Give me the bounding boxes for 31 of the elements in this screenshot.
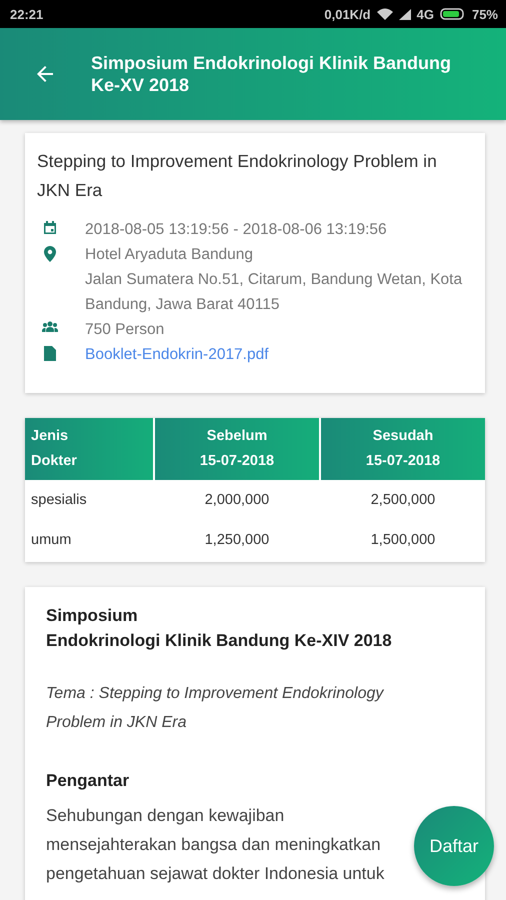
theme-text: Tema : Stepping to Improvement Endokrinology Problem in JKN Era: [46, 684, 385, 733]
signal-icon: [398, 8, 411, 20]
calendar-icon: [42, 221, 58, 235]
event-detail: 750 Person: [85, 320, 164, 340]
event-title: Stepping to Improvement Endokrinology Problem in JKN Era: [37, 150, 438, 202]
document-icon: [42, 346, 58, 361]
column-header: Sebelum 15-07-2018: [155, 418, 319, 480]
battery-icon: [440, 8, 466, 20]
network-speed: 0,01K/d: [324, 6, 371, 22]
network-type: 4G: [416, 6, 434, 22]
table-cell-text: 2,500,000: [370, 492, 436, 508]
column-header: Jenis Dokter: [25, 418, 153, 480]
app-bar-title: Simposium Endokrinologi Klinik Bandung Ke-XV 2018: [91, 52, 452, 96]
booklet-link[interactable]: Booklet-Endokrin-2017.pdf: [85, 342, 269, 367]
table-cell-text: 1,500,000: [370, 532, 436, 548]
section-heading: Pengantar: [46, 771, 130, 791]
event-detail: Hotel Aryaduta Bandung: [85, 245, 254, 265]
column-header: Sesudah 15-07-2018: [321, 418, 485, 480]
table-cell-text: 1,250,000: [204, 532, 270, 548]
table-cell-text: spesialis: [30, 492, 88, 508]
event-detail: Jalan Sumatera No.51, Citarum, Bandung Wetan, Kota Bandung, Jawa Barat 40115: [85, 270, 464, 315]
table-cell-text: 2,000,000: [204, 492, 270, 508]
status-time: 22:21: [10, 6, 44, 22]
description-title: Simposium Endokrinologi Klinik Bandung Ke-XIV 2018: [46, 605, 393, 652]
intro-paragraph: Sehubungan dengan kewajiban mensejahterakan bangsa dan meningkatkan pengetahuan sejawat dokter Indonesia untuk: [46, 805, 386, 885]
battery-level: 75%: [472, 6, 498, 22]
wifi-icon: [376, 8, 393, 20]
event-detail: 2018-08-05 13:19:56 - 2018-08-06 13:19:56: [85, 220, 387, 240]
location-pin-icon: [42, 246, 58, 262]
group-icon: [42, 321, 58, 332]
table-cell-text: umum: [30, 532, 72, 548]
